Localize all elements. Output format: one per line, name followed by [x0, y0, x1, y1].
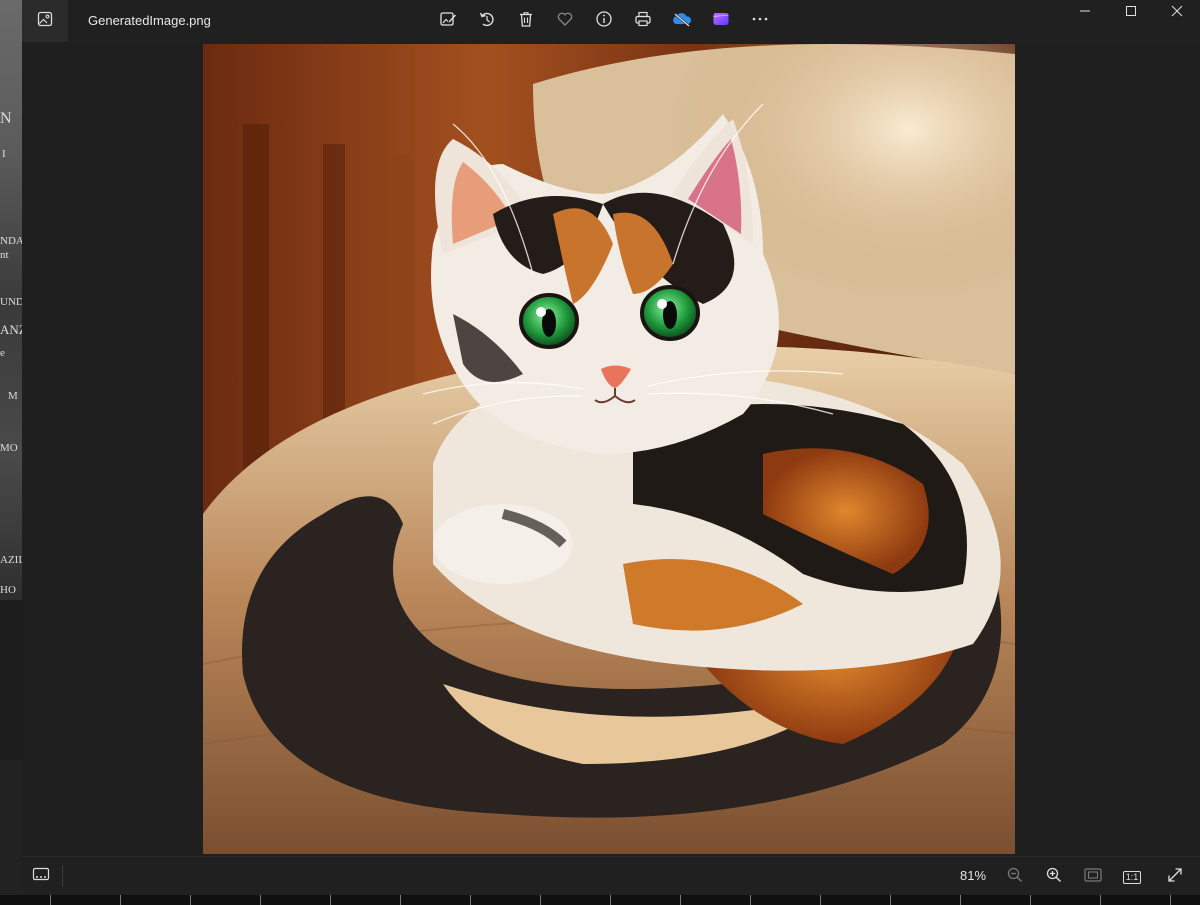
background-dark-panel [0, 600, 22, 760]
ruler-tick [680, 895, 681, 905]
bg-label: NDA [0, 235, 22, 247]
more-options-button[interactable] [744, 6, 776, 36]
full-screen-button[interactable] [1162, 865, 1188, 889]
print-button[interactable] [627, 6, 659, 36]
actual-size-icon: 1:1 [1122, 870, 1142, 884]
bg-label: HO [0, 584, 16, 596]
ruler-tick [820, 895, 821, 905]
onedrive-cloud-icon [671, 10, 693, 33]
maximize-button[interactable] [1108, 0, 1154, 26]
actual-size-button[interactable]: 1:1 [1119, 865, 1145, 889]
favorite-heart-icon [556, 10, 574, 33]
ruler-tick [750, 895, 751, 905]
bottom-bar: 81% 1:1 [22, 856, 1200, 896]
onedrive-button[interactable] [666, 6, 698, 36]
bg-label: AZIL [0, 554, 22, 566]
kitten-illustration [203, 44, 1015, 854]
ruler-tick [960, 895, 961, 905]
ruler-tick [1030, 895, 1031, 905]
clipchamp-icon [712, 10, 730, 33]
info-icon [595, 10, 613, 33]
bg-label: nt [0, 249, 9, 261]
ruler-tick [50, 895, 51, 905]
bg-label: UND [0, 296, 22, 308]
favorite-button[interactable] [549, 6, 581, 36]
rotate-button[interactable] [471, 6, 503, 36]
fit-to-window-icon [1084, 867, 1102, 887]
ruler-tick [610, 895, 611, 905]
bg-label: MO [0, 442, 18, 454]
minimize-icon [1079, 4, 1091, 22]
photo-calico-kitten[interactable] [203, 44, 1015, 854]
more-options-icon [750, 10, 770, 33]
edit-image-button[interactable] [432, 6, 464, 36]
file-info-button[interactable] [588, 6, 620, 36]
photos-app-icon [37, 11, 53, 32]
full-screen-icon [1167, 867, 1183, 888]
bg-label: N [0, 110, 12, 127]
delete-button[interactable] [510, 6, 542, 36]
fit-to-window-button[interactable] [1080, 865, 1106, 889]
zoom-out-icon [1007, 867, 1023, 888]
gallery-button[interactable] [22, 0, 68, 42]
close-button[interactable] [1154, 0, 1200, 26]
ruler-tick [540, 895, 541, 905]
filmstrip-icon [32, 867, 50, 886]
ruler-tick [1100, 895, 1101, 905]
background-ruler-strip [0, 895, 1200, 905]
delete-icon [517, 10, 535, 33]
ruler-tick [120, 895, 121, 905]
ruler-tick [260, 895, 261, 905]
title-bar: GeneratedImage.png [22, 0, 1200, 42]
divider [62, 865, 63, 887]
print-icon [634, 10, 652, 33]
zoom-in-icon [1046, 867, 1062, 888]
minimize-button[interactable] [1062, 0, 1108, 26]
ruler-tick [1170, 895, 1171, 905]
zoom-in-button[interactable] [1041, 865, 1067, 889]
rotate-icon [478, 10, 496, 33]
image-toolbar [432, 6, 776, 36]
ruler-tick [470, 895, 471, 905]
filmstrip-toggle-button[interactable] [30, 865, 52, 887]
photos-app-window: GeneratedImage.png 81% 1:1 [22, 0, 1200, 896]
close-icon [1171, 4, 1183, 22]
bg-label: I [2, 148, 6, 160]
image-viewer[interactable] [22, 42, 1200, 855]
window-controls [1062, 0, 1200, 26]
bg-label: ANZ [0, 322, 22, 337]
window-title: GeneratedImage.png [88, 13, 211, 28]
ruler-tick [190, 895, 191, 905]
clipchamp-button[interactable] [705, 6, 737, 36]
edit-image-icon [439, 10, 457, 33]
ruler-tick [330, 895, 331, 905]
bg-label: e [0, 347, 5, 359]
zoom-out-button[interactable] [1002, 865, 1028, 889]
ruler-tick [400, 895, 401, 905]
ruler-tick [890, 895, 891, 905]
bg-label: M [8, 390, 18, 402]
maximize-icon [1125, 4, 1137, 22]
zoom-level: 81% [960, 868, 987, 883]
background-window-strip: N I NDA nt UND ANZ e M MO AZIL HO [0, 0, 22, 905]
